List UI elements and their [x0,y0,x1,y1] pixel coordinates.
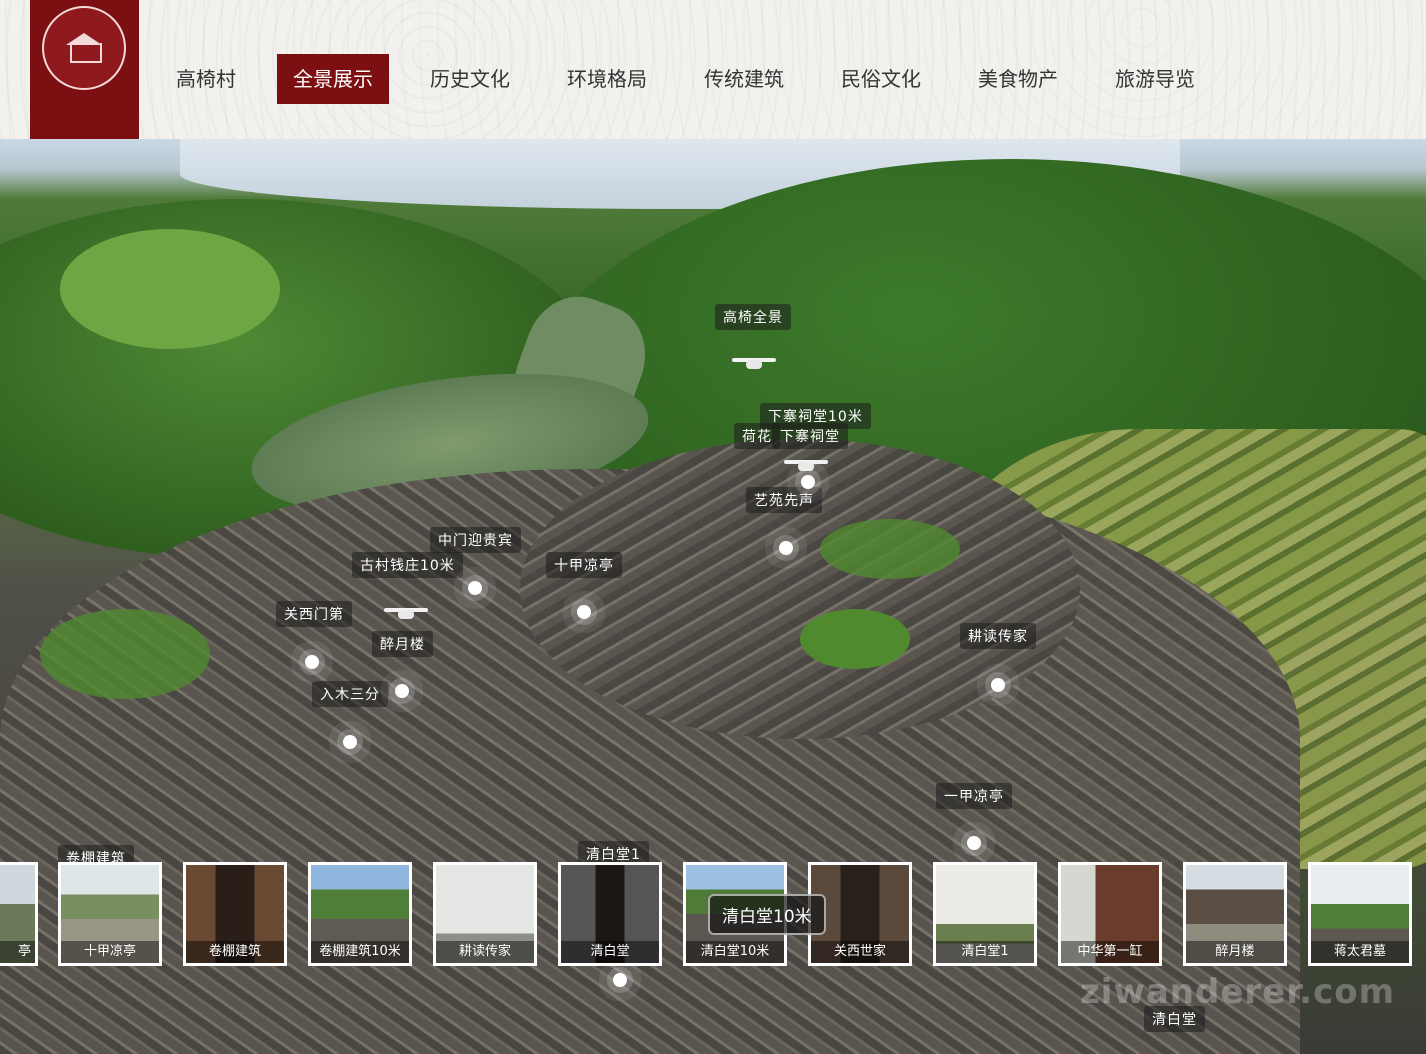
drone-icon[interactable] [384,605,428,619]
hotspot-marker[interactable] [967,836,981,850]
hotspot-marker[interactable] [305,655,319,669]
hotspot-marker[interactable] [395,684,409,698]
hotspot-marker[interactable] [991,678,1005,692]
thumbnail-caption: 清白堂 [561,941,659,963]
nav-item-gaoyi-village[interactable]: 高椅村 [160,54,252,104]
hotspot-marker[interactable] [577,605,591,619]
scene-thumbnail[interactable]: 卷棚建筑 [183,862,287,966]
drone-icon[interactable] [784,457,828,471]
scene-thumbnail[interactable]: 蒋太君墓 [1308,862,1412,966]
nav-item-architecture[interactable]: 传统建筑 [688,54,800,104]
hotspot-marker[interactable] [779,541,793,555]
hotspot-label[interactable]: 下寨祠堂 [772,423,848,449]
thumbnail-caption: 清白堂10米 [686,941,784,963]
hotspot-label[interactable]: 一甲凉亭 [936,783,1012,809]
hotspot-marker[interactable] [343,735,357,749]
hotspot-marker[interactable] [613,973,627,987]
nav-item-folk-culture[interactable]: 民俗文化 [825,54,937,104]
thumbnail-caption: 卷棚建筑10米 [311,941,409,963]
scene-thumbnail[interactable]: 卷棚建筑10米 [308,862,412,966]
drone-icon[interactable] [732,355,776,369]
thumbnail-caption: 亭 [0,941,35,963]
hotspot-marker[interactable] [468,581,482,595]
hotspot-label[interactable]: 艺苑先声 [746,487,822,513]
thumbnail-caption: 蒋太君墓 [1311,941,1409,963]
hotspot-label[interactable]: 入木三分 [312,681,388,707]
nav-item-food[interactable]: 美食物产 [962,54,1074,104]
site-logo[interactable] [30,0,139,139]
thumbnail-caption: 耕读传家 [436,941,534,963]
thumbnail-caption: 卷棚建筑 [186,941,284,963]
hotspot-marker[interactable] [801,475,815,489]
hotspot-label[interactable]: 醉月楼 [372,631,433,657]
thumbnail-caption: 十甲凉亭 [61,941,159,963]
nav-item-panorama[interactable]: 全景展示 [277,54,389,104]
scene-thumbnail[interactable]: 中华第一缸 [1058,862,1162,966]
hotspot-label[interactable]: 十甲凉亭 [546,552,622,578]
hotspot-label[interactable]: 耕读传家 [960,623,1036,649]
nav-item-tour-guide[interactable]: 旅游导览 [1099,54,1211,104]
main-nav: 高椅村 全景展示 历史文化 环境格局 传统建筑 民俗文化 美食物产 旅游导览 [160,54,1236,104]
scene-thumbnail[interactable]: 清白堂 [558,862,662,966]
hotspot-label[interactable]: 中门迎贵宾 [430,527,521,553]
scene-thumbnail[interactable]: 十甲凉亭 [58,862,162,966]
thumbnail-caption: 关西世家 [811,941,909,963]
nav-item-environment[interactable]: 环境格局 [551,54,663,104]
thumbnail-caption: 中华第一缸 [1061,941,1159,963]
scene-thumbnail[interactable]: 清白堂1 [933,862,1037,966]
watermark: ziwanderer.com [1080,972,1396,1012]
hotspot-label[interactable]: 高椅全景 [715,304,791,330]
scene-thumbnail[interactable]: 醉月楼 [1183,862,1287,966]
thumbnail-caption: 醉月楼 [1186,941,1284,963]
nav-item-history[interactable]: 历史文化 [414,54,526,104]
scene-thumbnail[interactable]: 亭 [0,862,38,966]
thumbnail-caption: 清白堂1 [936,941,1034,963]
site-header: 高椅村 全景展示 历史文化 环境格局 传统建筑 民俗文化 美食物产 旅游导览 [0,0,1426,139]
hotspot-label[interactable]: 古村钱庄10米 [352,552,463,578]
village-seal-icon [42,6,126,90]
scene-thumbnail[interactable]: 耕读传家 [433,862,537,966]
hotspot-label[interactable]: 关西门第 [276,601,352,627]
thumbnail-tooltip: 清白堂10米 [708,894,826,935]
